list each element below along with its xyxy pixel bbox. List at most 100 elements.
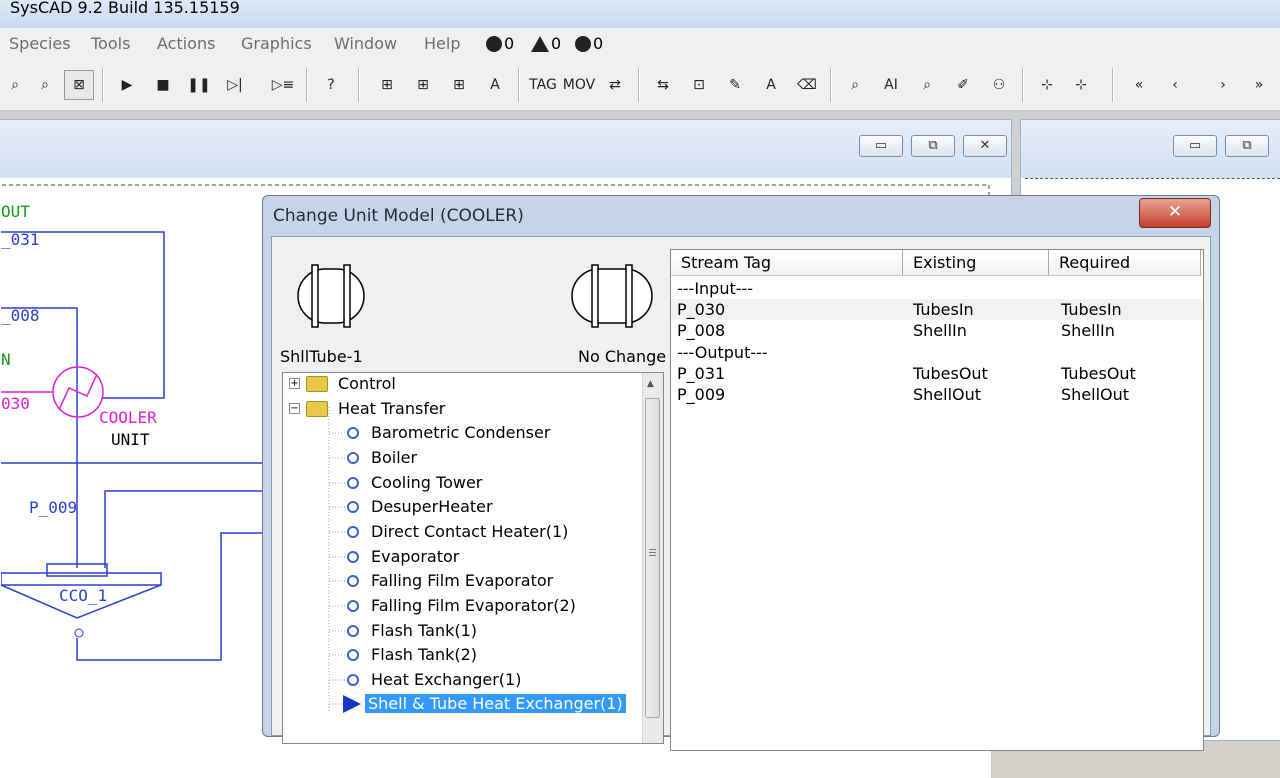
label-out: OUT [1, 202, 30, 221]
tree-item[interactable]: Falling Film Evaporator(2) [347, 596, 576, 615]
move-icon[interactable]: MOV [563, 70, 595, 100]
column-header-existing[interactable]: Existing [903, 250, 1049, 276]
explore-icon[interactable]: ⌕ [840, 70, 870, 100]
tree-item[interactable]: Flash Tank(2) [347, 645, 477, 664]
toolbar-separator [102, 68, 104, 102]
window-title-bar: SysCAD 9.2 Build 135.15159 [0, 0, 1280, 28]
menu-help[interactable]: Help [424, 34, 460, 53]
dialog-body: ShllTube-1 No Change + Control − Heat Tr… [271, 236, 1211, 751]
tree-folder-heat-transfer[interactable]: − Heat Transfer [289, 399, 445, 418]
last-icon[interactable]: » [1244, 70, 1274, 100]
expand-icon[interactable]: + [289, 378, 300, 389]
next-icon[interactable]: › [1208, 70, 1238, 100]
folder-icon [306, 375, 328, 392]
change-unit-model-dialog: Change Unit Model (COOLER) ✕ ShllTube-1 … [262, 195, 1220, 751]
pen-icon[interactable]: ✐ [948, 70, 978, 100]
messages-count[interactable]: 0 [486, 34, 514, 53]
model-circle-icon [347, 648, 359, 661]
table-row[interactable]: ---Input--- [671, 278, 1203, 299]
minimize-button[interactable]: ▭ [1173, 135, 1217, 157]
insert-symbol-icon[interactable]: ⊞ [444, 70, 474, 100]
step-list-icon[interactable]: ▷≡ [268, 70, 298, 100]
toolbar-separator [358, 68, 360, 102]
table-row[interactable]: P_008 ShellIn ShellIn [671, 320, 1203, 341]
label-p008: _008 [1, 306, 40, 325]
zoom-icon[interactable]: ⌕ [0, 70, 30, 100]
column-header-required[interactable]: Required [1049, 250, 1201, 276]
menu-actions[interactable]: Actions [157, 34, 215, 53]
model-circle-icon [347, 624, 359, 637]
tree-item[interactable]: Evaporator [347, 547, 459, 566]
tree-folder-control[interactable]: + Control [289, 374, 396, 393]
label-p030: 030 [1, 394, 30, 413]
first-icon[interactable]: « [1124, 70, 1154, 100]
errors-count[interactable]: 0 [575, 34, 603, 53]
run-icon[interactable]: ▶ [112, 70, 142, 100]
previous-icon[interactable]: ‹ [1160, 70, 1190, 100]
table-row[interactable]: P_031 TubesOut TubesOut [671, 363, 1203, 384]
insert-link-icon[interactable]: ⊞ [408, 70, 438, 100]
child-title-bar: ▭ ⧉ [1021, 120, 1280, 178]
model-tree[interactable]: + Control − Heat Transfer Barometric Con… [282, 372, 664, 744]
collapse-icon[interactable]: − [289, 403, 300, 414]
label-cooler: COOLER [99, 408, 157, 427]
folder-icon [306, 400, 328, 417]
minimize-button[interactable]: ▭ [859, 135, 903, 157]
restore-button[interactable]: ⧉ [911, 135, 955, 157]
tree-item[interactable]: Direct Contact Heater(1) [347, 522, 568, 541]
warnings-count[interactable]: 0 [531, 34, 561, 53]
insert-text-icon[interactable]: A [480, 70, 510, 100]
stream-table[interactable]: Stream Tag Existing Required ---Input---… [670, 249, 1204, 751]
delete-icon[interactable]: ⌫ [792, 70, 822, 100]
grid-icon[interactable]: ⊹ [1032, 70, 1062, 100]
table-row[interactable]: P_030 TubesIn TubesIn [671, 299, 1203, 320]
tree-item[interactable]: Barometric Condenser [347, 423, 550, 442]
column-header-stream-tag[interactable]: Stream Tag [671, 250, 903, 276]
current-model-icon [571, 264, 653, 328]
tree-item[interactable]: Flash Tank(1) [347, 621, 477, 640]
menu-species[interactable]: Species [9, 34, 71, 53]
all-icon[interactable]: AI [876, 70, 906, 100]
find-icon[interactable]: ⌕ [912, 70, 942, 100]
change-unit-icon[interactable]: ⇄ [600, 70, 630, 100]
label-n: N [1, 350, 11, 369]
insert-unit-icon[interactable]: ⊞ [372, 70, 402, 100]
close-button[interactable]: ✕ [963, 135, 1007, 157]
tree-item[interactable]: Falling Film Evaporator [347, 571, 553, 590]
tree-item[interactable]: Boiler [347, 448, 417, 467]
help-icon[interactable]: ? [316, 70, 346, 100]
tree-item[interactable]: DesuperHeater [347, 497, 493, 516]
step-icon[interactable]: ▷| [220, 70, 250, 100]
tree-item[interactable]: Cooling Tower [347, 473, 482, 492]
menu-graphics[interactable]: Graphics [241, 34, 312, 53]
tag-icon[interactable]: TAG [528, 70, 558, 100]
tree-scrollbar[interactable]: ▲ [642, 373, 663, 743]
pause-icon[interactable]: ❚❚ [184, 70, 214, 100]
dialog-close-button[interactable]: ✕ [1139, 198, 1211, 228]
left-model-caption: ShllTube-1 [280, 347, 363, 366]
restore-button[interactable]: ⧉ [1225, 135, 1269, 157]
swap-icon[interactable]: ⇆ [648, 70, 678, 100]
window-title: SysCAD 9.2 Build 135.15159 [10, 0, 240, 17]
table-row[interactable]: ---Output--- [671, 342, 1203, 363]
zoom-window-icon[interactable]: ⌕ [30, 70, 60, 100]
binoculars-icon[interactable]: ⚇ [984, 70, 1014, 100]
menu-tools[interactable]: Tools [91, 34, 130, 53]
tree-item-selected[interactable]: Shell & Tube Heat Exchanger(1) [343, 694, 626, 713]
table-row[interactable]: P_009 ShellOut ShellOut [671, 384, 1203, 405]
menu-window[interactable]: Window [334, 34, 397, 53]
annotate-icon[interactable]: A [756, 70, 786, 100]
model-circle-icon [347, 550, 359, 563]
tree-item[interactable]: Heat Exchanger(1) [347, 670, 521, 689]
scroll-up-icon[interactable]: ▲ [647, 379, 654, 389]
model-circle-icon [347, 525, 359, 538]
stop-icon[interactable]: ■ [148, 70, 178, 100]
model-circle-icon [347, 574, 359, 587]
grid-snap-icon[interactable]: ⊹ [1066, 70, 1096, 100]
edit-icon[interactable]: ✎ [720, 70, 750, 100]
toolbar-separator [638, 68, 640, 102]
label-unit: UNIT [111, 430, 150, 449]
alter-icon[interactable]: ⊡ [684, 70, 714, 100]
zoom-extents-icon[interactable]: ⊠ [64, 70, 94, 100]
scrollbar-thumb[interactable] [645, 398, 660, 718]
